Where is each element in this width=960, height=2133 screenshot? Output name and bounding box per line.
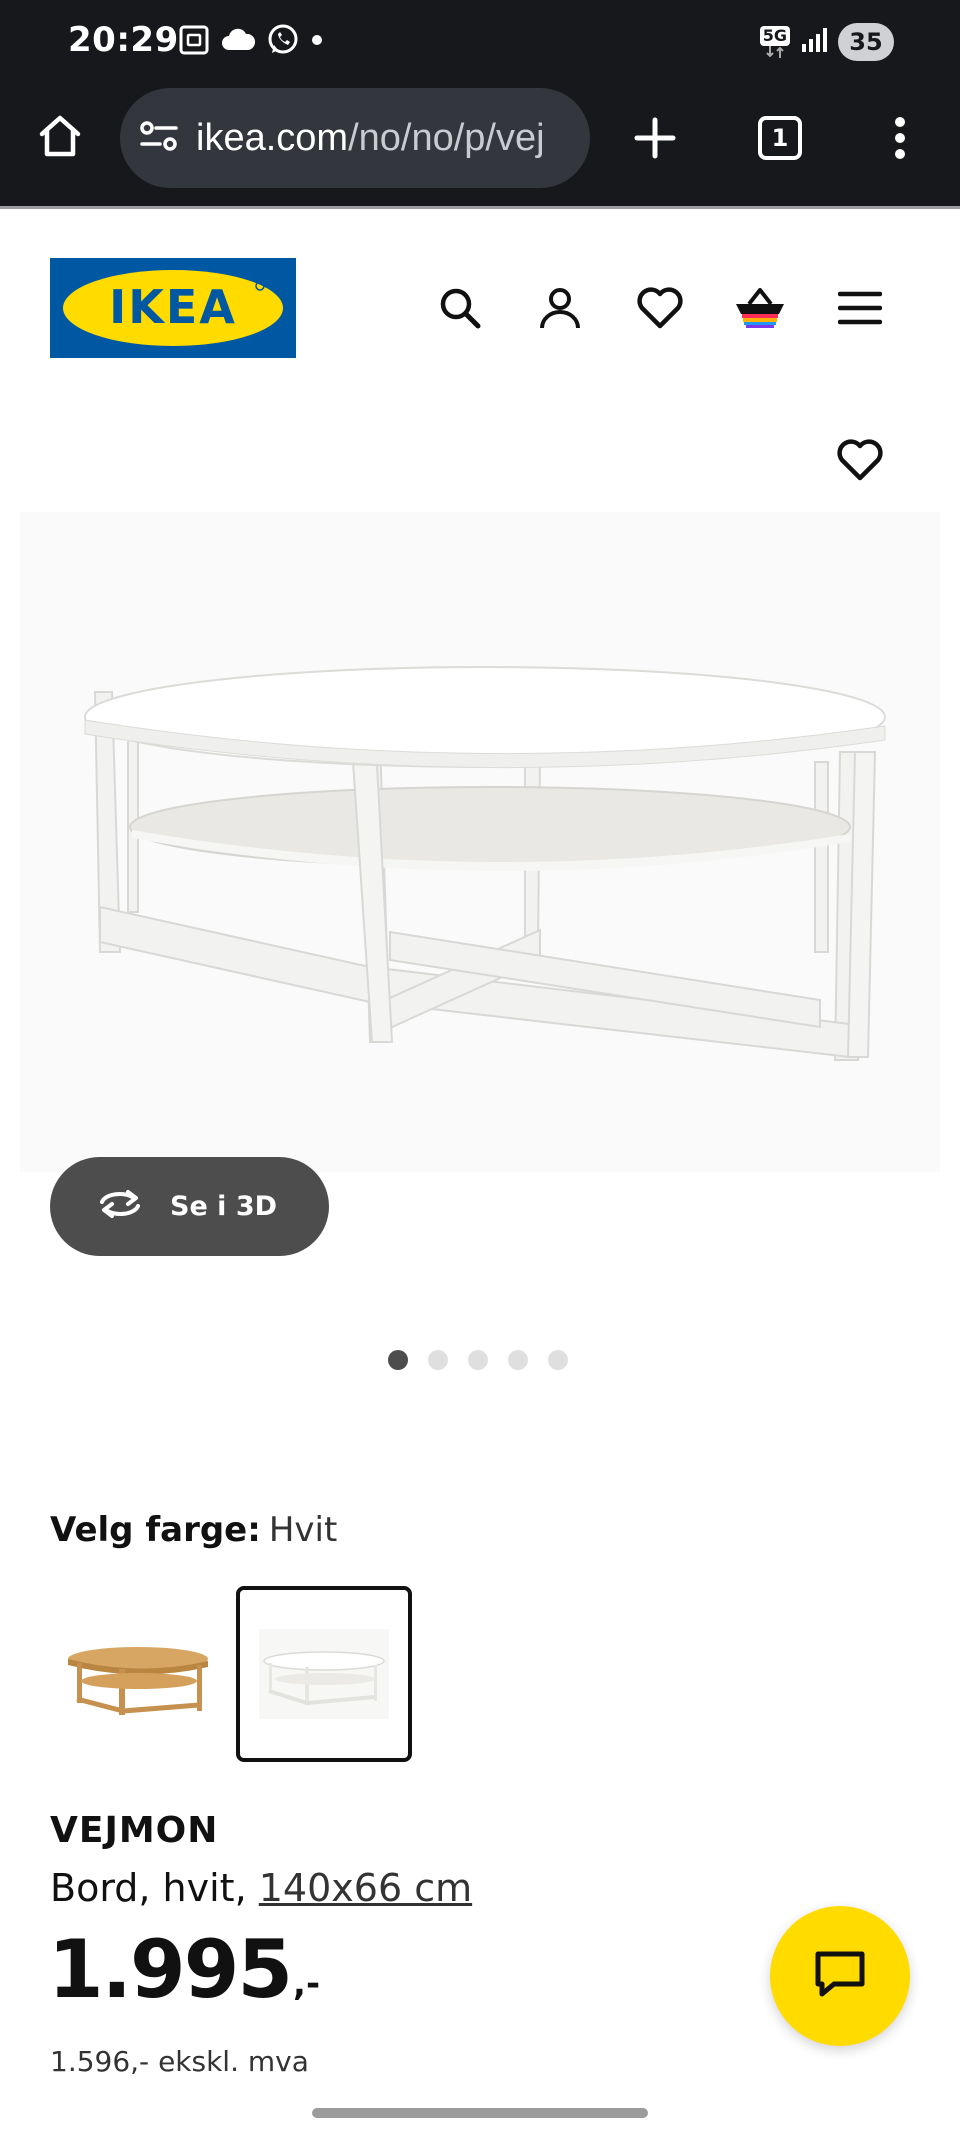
color-selector-label: Velg farge: Hvit [50, 1508, 337, 1550]
url-domain: ikea.com [196, 116, 349, 159]
url-bar[interactable]: ikea.com/no/no/p/vej [120, 88, 590, 188]
status-bar: 20:29 5G 35 [0, 0, 960, 86]
table-illustration [84, 666, 886, 1061]
browser-toolbar: ikea.com/no/no/p/vej 1 [0, 86, 960, 208]
product-name: VEJMON [50, 1810, 219, 1851]
chat-button[interactable] [770, 1906, 910, 2046]
status-icons-right: 5G 35 [759, 20, 894, 64]
heart-icon [836, 438, 884, 487]
tab-count: 1 [758, 116, 802, 160]
menu-icon[interactable] [832, 280, 888, 336]
signal-icon [800, 26, 828, 59]
home-icon[interactable] [30, 106, 90, 166]
color-value: Hvit [268, 1510, 338, 1550]
new-tab-icon[interactable] [625, 108, 685, 168]
wishlist-icon[interactable] [632, 280, 688, 336]
whatsapp-icon [266, 23, 300, 62]
tabs-button[interactable]: 1 [750, 108, 810, 168]
price-excl-vat: 1.596,- ekskl. mva [50, 2045, 309, 2078]
gallery-dot[interactable] [388, 1350, 408, 1370]
network-5g-icon: 5G [759, 26, 790, 58]
gallery-dot[interactable] [548, 1350, 568, 1370]
color-swatch-oak[interactable] [50, 1586, 226, 1762]
toolbar-divider [0, 206, 960, 209]
profile-icon[interactable] [532, 280, 588, 336]
cart-icon[interactable] [732, 280, 788, 336]
screenshot-icon [178, 24, 210, 61]
gallery-dot[interactable] [508, 1350, 528, 1370]
url-path: /no/no/p/vej [348, 116, 545, 159]
color-label: Velg farge: [50, 1510, 261, 1550]
product-type: Bord, hvit, [50, 1866, 259, 1910]
search-icon[interactable] [432, 280, 488, 336]
url-text[interactable]: ikea.com/no/no/p/vej [196, 117, 545, 160]
more-icon[interactable] [870, 108, 930, 168]
gallery-dot[interactable] [428, 1350, 448, 1370]
battery-indicator: 35 [838, 23, 894, 61]
view-in-3d-button[interactable]: Se i 3D [50, 1157, 329, 1256]
add-to-wishlist-button[interactable] [832, 434, 888, 490]
gallery-dot[interactable] [468, 1350, 488, 1370]
white-table-thumbnail [259, 1629, 389, 1719]
product-price: 1.995 ,- [48, 1930, 320, 2010]
page: 20:29 5G 35 ikea.com/no/no/p/vej 1 IKEA … [0, 0, 960, 2133]
dot-icon [310, 33, 324, 52]
price-integer: 1.995 [48, 1923, 293, 2016]
rotate-3d-icon [94, 1186, 146, 1227]
chat-icon [812, 1948, 868, 2005]
view-in-3d-label: Se i 3D [170, 1191, 278, 1222]
gallery-pagination [388, 1350, 568, 1370]
network-label: 5G [759, 26, 790, 46]
status-icons-left [178, 22, 324, 62]
home-indicator[interactable] [312, 2108, 648, 2118]
oak-table-thumbnail [68, 1647, 208, 1715]
logo-text: IKEA [109, 280, 237, 334]
logo-graphic: IKEA [63, 270, 283, 346]
ikea-logo[interactable]: IKEA [50, 258, 296, 358]
status-time: 20:29 [68, 20, 179, 60]
product-description: Bord, hvit, 140x66 cm [50, 1866, 472, 1910]
product-image[interactable] [20, 512, 940, 1172]
product-size-link[interactable]: 140x66 cm [259, 1866, 472, 1910]
color-swatch-white[interactable] [236, 1586, 412, 1762]
cloud-icon [220, 26, 256, 59]
price-suffix: ,- [293, 1964, 321, 2004]
site-settings-icon[interactable] [138, 115, 180, 162]
